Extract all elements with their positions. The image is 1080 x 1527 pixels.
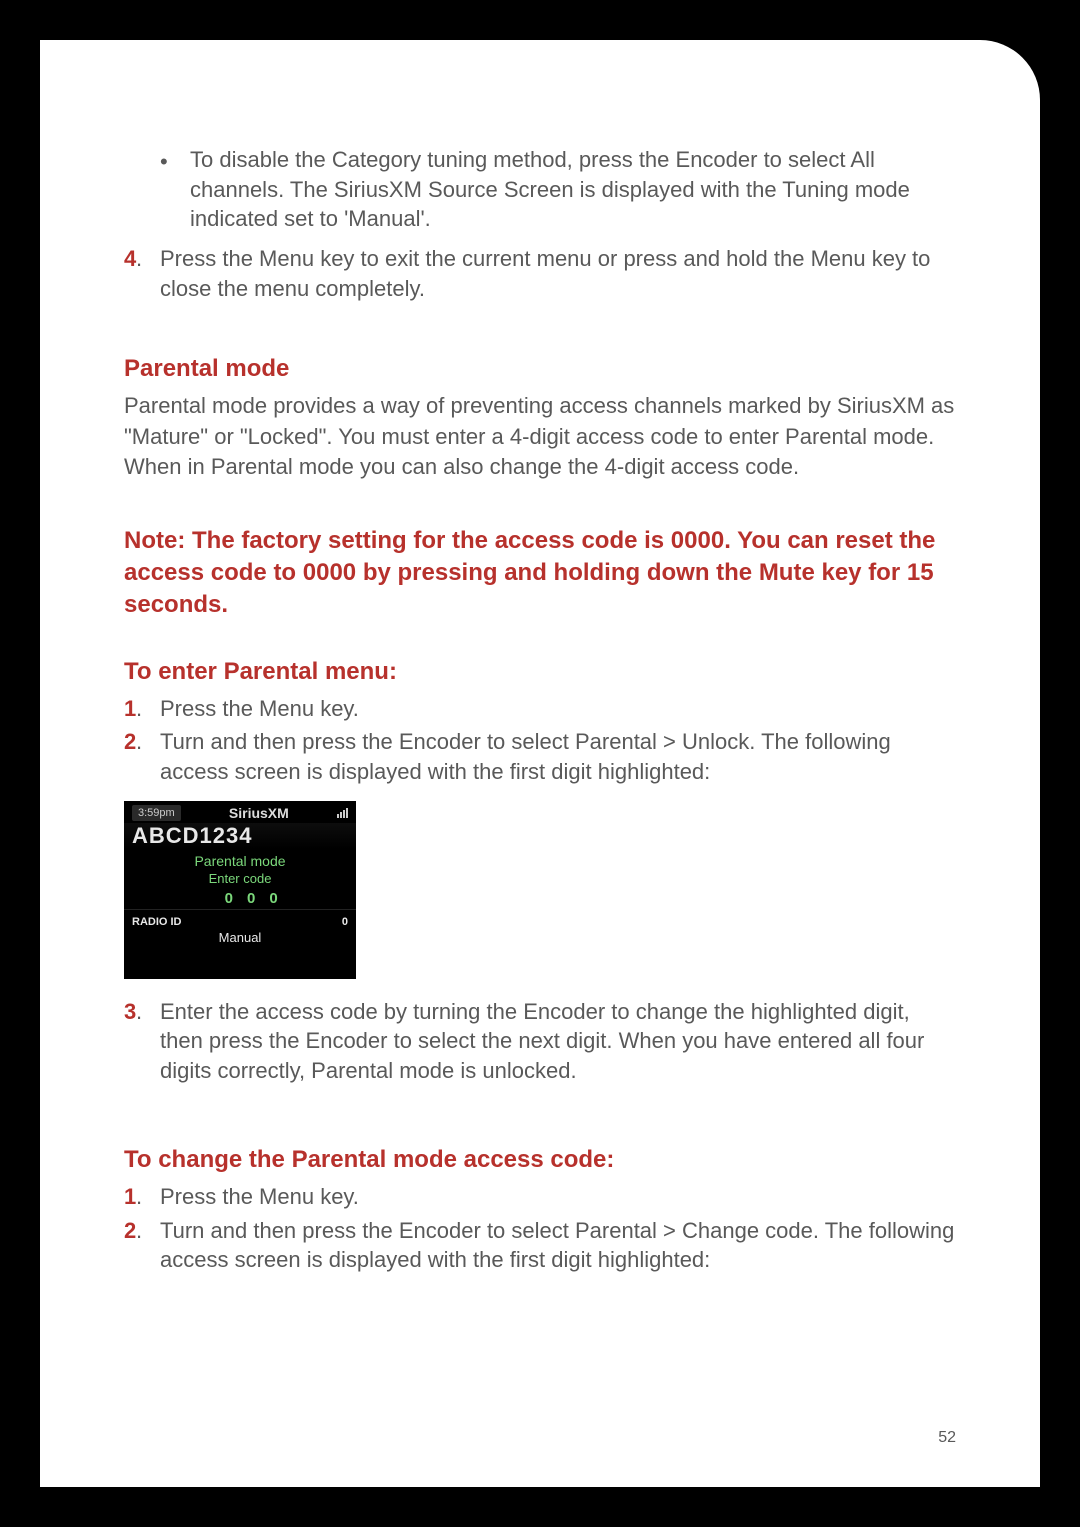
- enter-step-1: 1. Press the Menu key.: [124, 694, 956, 724]
- step-number: 1.: [124, 1182, 160, 1212]
- step-number-value: 2: [124, 1218, 136, 1243]
- parental-body: Parental mode provides a way of preventi…: [124, 391, 956, 482]
- screenshot-center: Parental mode Enter code 0 0 0 0: [124, 849, 356, 909]
- screenshot-footer: Manual: [124, 928, 356, 951]
- screenshot-mode-label: Parental mode: [124, 853, 356, 869]
- enter-step-3: 3. Enter the access code by turning the …: [124, 997, 956, 1086]
- screenshot-time: 3:59pm: [132, 805, 181, 821]
- step-4: 4. Press the Menu key to exit the curren…: [124, 244, 956, 303]
- heading-parental-mode: Parental mode: [124, 355, 956, 383]
- enter-step-2: 2. Turn and then press the Encoder to se…: [124, 727, 956, 786]
- screenshot-id: ABCD1234: [124, 823, 356, 849]
- bullet-dot-icon: •: [160, 145, 190, 234]
- step-number: 2.: [124, 1216, 160, 1275]
- step-number: 4.: [124, 244, 160, 303]
- step-number-value: 3: [124, 999, 136, 1024]
- screenshot-statusbar: 3:59pm SiriusXM: [124, 801, 356, 823]
- step-text: Turn and then press the Encoder to selec…: [160, 727, 956, 786]
- page-number: 52: [938, 1429, 956, 1447]
- note-block: Note: The factory setting for the access…: [124, 525, 956, 622]
- change-step-1: 1. Press the Menu key.: [124, 1182, 956, 1212]
- step-number-value: 2: [124, 729, 136, 754]
- step-number: 2.: [124, 727, 160, 786]
- screenshot-brand: SiriusXM: [229, 805, 289, 821]
- heading-change-code: To change the Parental mode access code:: [124, 1146, 956, 1174]
- change-step-2: 2. Turn and then press the Encoder to se…: [124, 1216, 956, 1275]
- step-text: Press the Menu key.: [160, 694, 956, 724]
- step-text: Turn and then press the Encoder to selec…: [160, 1216, 956, 1275]
- step-number-value: 1: [124, 696, 136, 721]
- step-number-value: 4: [124, 246, 136, 271]
- screenshot-code-row: 0 0 0 0: [124, 890, 356, 907]
- document-page: • To disable the Category tuning method,…: [40, 40, 1040, 1487]
- step-text: Press the Menu key to exit the current m…: [160, 244, 956, 303]
- step-text: Press the Menu key.: [160, 1182, 956, 1212]
- screenshot-radio-row: RADIO ID 0: [124, 909, 356, 928]
- screenshot-radio-value: 0: [342, 916, 348, 928]
- step-number-value: 1: [124, 1184, 136, 1209]
- step-number: 3.: [124, 997, 160, 1086]
- bullet-text: To disable the Category tuning method, p…: [190, 145, 956, 234]
- code-digit-2: 0: [225, 890, 233, 907]
- step-text: Enter the access code by turning the Enc…: [160, 997, 956, 1086]
- heading-enter-parental: To enter Parental menu:: [124, 658, 956, 686]
- step-number: 1.: [124, 694, 160, 724]
- screenshot-enter-label: Enter code: [124, 871, 356, 886]
- code-digit-3: 0: [247, 890, 255, 907]
- signal-icon: [337, 808, 348, 818]
- bullet-item: • To disable the Category tuning method,…: [160, 145, 956, 234]
- screenshot-radio-label: RADIO ID: [132, 916, 182, 928]
- code-digit-4: 0: [269, 890, 277, 907]
- device-screenshot: 3:59pm SiriusXM ABCD1234 Parental mode E…: [124, 801, 356, 979]
- page-content: • To disable the Category tuning method,…: [124, 145, 956, 1275]
